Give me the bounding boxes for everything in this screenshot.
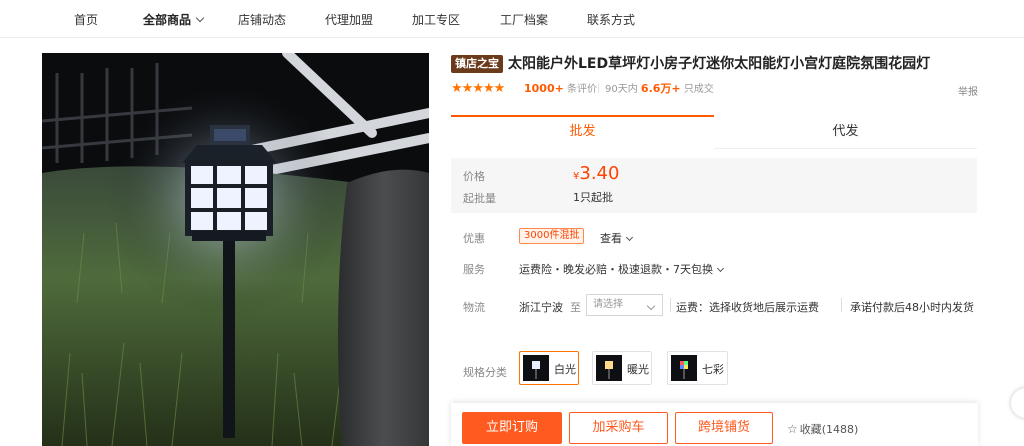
add-to-cart-button[interactable]: 加采购车: [569, 412, 668, 444]
spec-thumbnail: [596, 355, 622, 381]
spec-thumbnail: [523, 355, 549, 381]
top-nav: 首页 全部商品 店铺动态 代理加盟 加工专区 工厂档案 联系方式: [0, 0, 1024, 38]
service-label: 服务: [463, 263, 485, 276]
nav-item-label: 全部商品: [143, 13, 192, 27]
favorite-button[interactable]: ☆ 收藏(1488): [787, 421, 858, 437]
service-dropdown[interactable]: 运费险・晚发必赔・极速退款・7天包换: [519, 261, 725, 277]
sales-suffix: 只成交: [683, 84, 714, 95]
review-count-suffix: 条评价: [567, 84, 598, 95]
review-count-value: 1000+: [524, 82, 564, 95]
report-link[interactable]: 举报: [958, 83, 978, 98]
moq-label: 起批量: [463, 192, 496, 205]
spec-thumbnail: [671, 355, 697, 381]
spec-option-warm[interactable]: 暖光: [592, 351, 652, 385]
favorite-label: 收藏(1488): [799, 423, 859, 436]
destination-select[interactable]: 请选择: [586, 294, 663, 316]
logistics-label: 物流: [463, 301, 485, 314]
nav-item-home[interactable]: 首页: [74, 0, 98, 38]
star-icon: ★: [482, 81, 495, 96]
promo-view-button[interactable]: 查看: [600, 230, 634, 246]
chevron-down-icon: [625, 233, 634, 242]
spec-option-label: 白光: [554, 363, 576, 376]
price: ¥3.40: [573, 163, 619, 184]
star-icon: ★: [472, 81, 484, 96]
nav-item-all-products[interactable]: 全部商品: [143, 0, 205, 38]
cross-border-button[interactable]: 跨境铺货: [675, 412, 773, 444]
star-icon: ★: [493, 81, 506, 96]
nav-item-agency[interactable]: 代理加盟: [325, 0, 373, 38]
nav-item-processing[interactable]: 加工专区: [412, 0, 460, 38]
chevron-down-icon: [195, 13, 205, 23]
destination-placeholder: 请选择: [593, 299, 623, 310]
promo-label: 优惠: [463, 232, 485, 245]
moq-value: 1只起批: [573, 191, 613, 204]
ship-to-label: 至: [570, 301, 581, 314]
spec-label: 规格分类: [463, 366, 507, 379]
sales-period: 90天内: [605, 84, 638, 95]
star-outline-icon: ☆: [787, 422, 798, 436]
tab-underline: [714, 148, 977, 149]
star-icon: ★: [461, 81, 474, 96]
sales-count: 6.6万+: [640, 82, 681, 95]
chevron-down-icon: [716, 264, 725, 273]
review-count[interactable]: 1000+ 条评价: [524, 82, 597, 97]
tab-dropship[interactable]: 代发: [714, 117, 977, 149]
freight-info: 运费：选择收货地后展示运费: [676, 301, 819, 314]
floating-button[interactable]: [1011, 388, 1024, 418]
divider: [841, 298, 842, 312]
shop-treasure-badge: 镇店之宝: [451, 55, 503, 73]
ship-promise: 承诺付款后48小时内发货: [850, 301, 974, 314]
promo-view-label: 查看: [600, 232, 622, 245]
rating-divider: |: [597, 83, 601, 94]
divider: [670, 298, 671, 312]
nav-item-store-news[interactable]: 店铺动态: [238, 0, 286, 38]
spec-option-label: 七彩: [702, 363, 724, 376]
solar-lamp-photo: [42, 53, 429, 446]
product-image[interactable]: [42, 53, 429, 446]
spec-option-white[interactable]: 白光: [519, 351, 579, 385]
promo-tag: 3000件混批: [519, 228, 585, 244]
nav-item-contact[interactable]: 联系方式: [587, 0, 635, 38]
product-title: 太阳能户外LED草坪灯小房子灯迷你太阳能灯小宫灯庭院氛围花园灯: [508, 56, 931, 72]
price-label: 价格: [463, 170, 485, 183]
service-value: 运费险・晚发必赔・极速退款・7天包换: [519, 263, 713, 276]
price-value: 3.40: [579, 163, 620, 184]
nav-item-factory[interactable]: 工厂档案: [500, 0, 548, 38]
ship-origin: 浙江宁波: [519, 301, 563, 314]
spec-option-label: 暖光: [627, 363, 649, 376]
buy-now-button[interactable]: 立即订购: [462, 412, 562, 444]
sales-summary: 90天内 6.6万+ 只成交: [605, 82, 714, 97]
chevron-down-icon: [646, 301, 656, 311]
rating-stars: ★★★★★: [451, 81, 506, 96]
price-box: [451, 158, 977, 213]
spec-option-rgb[interactable]: 七彩: [667, 351, 728, 385]
star-icon: ★: [451, 81, 463, 96]
tab-wholesale[interactable]: 批发: [451, 115, 714, 147]
